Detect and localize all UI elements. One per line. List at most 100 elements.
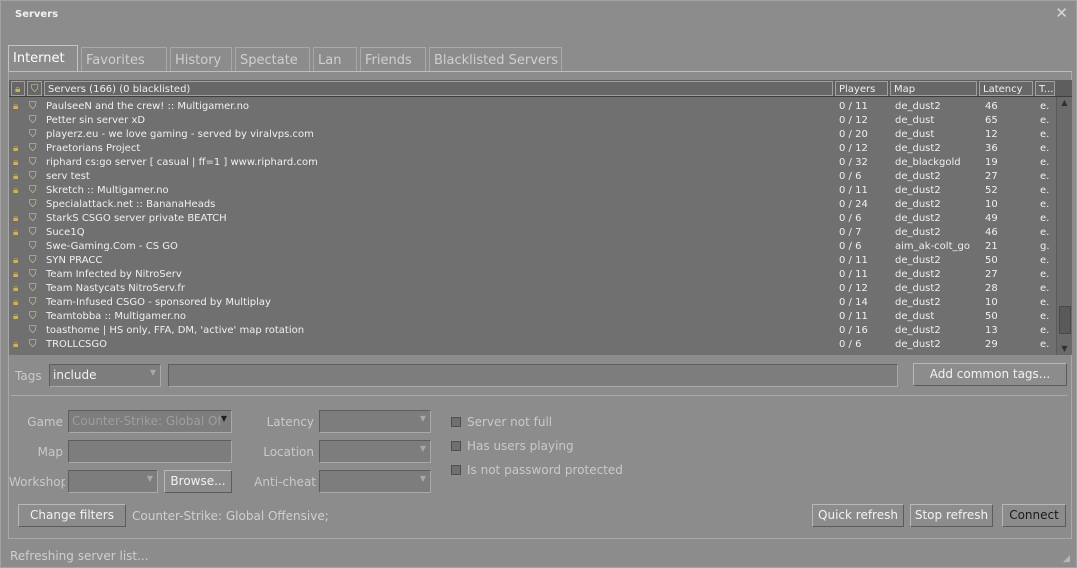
server-row[interactable]: 🔒︎ ⛉ Skretch :: Multigamer.no 0 / 11 de_dust…: [9, 184, 1056, 198]
secure-column-header[interactable]: ⛉: [27, 81, 42, 96]
server-map: de_dust2: [895, 283, 941, 294]
tags-column-header[interactable]: T...: [1035, 81, 1055, 96]
server-name: StarkS CSGO server private BEATCH: [46, 213, 227, 224]
servers-window: Servers ✕ Internet Favorites History Spe…: [0, 0, 1077, 568]
server-row[interactable]: ⛉ Swe-Gaming.Com - CS GO 0 / 6 aim_ak-colt_…: [9, 240, 1056, 254]
server-latency: 10: [985, 297, 998, 308]
shield-icon: ⛉: [29, 115, 37, 126]
add-common-tags-button[interactable]: Add common tags...: [913, 363, 1067, 386]
shield-icon: ⛉: [29, 185, 37, 196]
server-row[interactable]: ⛉ Petter sin server xD 0 / 12 de_dust 65 e.: [9, 114, 1056, 128]
server-tags: e.: [1040, 283, 1050, 294]
server-name: SYN PRACC: [46, 255, 103, 266]
server-tags: e.: [1040, 311, 1050, 322]
chevron-down-icon: ▼: [419, 414, 426, 423]
server-row[interactable]: 🔒︎ ⛉ PaulseeN and the crew! :: Multigamer.…: [9, 100, 1056, 114]
server-row[interactable]: ⛉ toasthome | HS only, FFA, DM, 'active' …: [9, 324, 1056, 338]
latency-column-header[interactable]: Latency: [979, 81, 1033, 96]
shield-icon: ⛉: [29, 325, 37, 336]
workshop-label: Workshop: [9, 475, 65, 489]
server-map: de_dust2: [895, 171, 941, 182]
server-list-header: 🔒︎ ⛉ Servers (166) (0 blacklisted) Playe…: [9, 80, 1072, 97]
server-row[interactable]: 🔒︎ ⛉ Team Infected by NitroServ 0 / 11 de_du…: [9, 268, 1056, 282]
change-filters-button[interactable]: Change filters: [18, 504, 126, 527]
server-not-full-checkbox[interactable]: [451, 417, 461, 427]
server-row[interactable]: ⛉ Specialattack.net :: BananaHeads 0 / 24 d…: [9, 198, 1056, 212]
servers-column-header[interactable]: Servers (166) (0 blacklisted): [44, 81, 833, 96]
server-map: de_dust2: [895, 339, 941, 350]
lock-icon: 🔒︎: [13, 227, 19, 238]
close-icon[interactable]: ✕: [1055, 5, 1068, 21]
browse-button[interactable]: Browse...: [164, 470, 232, 493]
scrollbar-thumb[interactable]: [1059, 306, 1071, 334]
latency-select[interactable]: ▼: [319, 410, 431, 433]
lock-icon: 🔒︎: [13, 213, 19, 224]
server-row[interactable]: 🔒︎ ⛉ serv test 0 / 6 de_dust2 27 e.: [9, 170, 1056, 184]
server-row[interactable]: 🔒︎ ⛉ Team Nastycats NitroServ.fr 0 / 12 de_d…: [9, 282, 1056, 296]
server-players: 0 / 7: [839, 227, 862, 238]
connect-button[interactable]: Connect: [1002, 504, 1066, 527]
lock-icon: 🔒︎: [13, 283, 19, 294]
server-tags: e.: [1040, 227, 1050, 238]
tab-spectate[interactable]: Spectate: [235, 47, 310, 72]
shield-icon: ⛉: [29, 157, 37, 168]
quick-refresh-button[interactable]: Quick refresh: [812, 504, 904, 527]
anticheat-select[interactable]: ▼: [319, 470, 431, 493]
lock-column-header[interactable]: 🔒︎: [11, 81, 25, 96]
chevron-down-icon: ▼: [419, 444, 426, 453]
server-latency: 52: [985, 185, 998, 196]
lock-icon: 🔒︎: [13, 297, 19, 308]
server-row[interactable]: 🔒︎ ⛉ Team-Infused CSGO - sponsored by Mult…: [9, 296, 1056, 310]
server-row[interactable]: 🔒︎ ⛉ TROLLCSGO 0 / 6 de_dust2 29 e.: [9, 338, 1056, 352]
server-row[interactable]: 🔒︎ ⛉ riphard cs:go server [ casual | ff=1 …: [9, 156, 1056, 170]
server-name: TROLLCSGO: [46, 339, 108, 350]
tags-input[interactable]: [168, 364, 898, 387]
server-row[interactable]: 🔒︎ ⛉ SYN PRACC 0 / 11 de_dust2 50 e.: [9, 254, 1056, 268]
shield-icon: ⛉: [29, 129, 37, 140]
server-row[interactable]: 🔒︎ ⛉ StarkS CSGO server private BEATCH 0 / …: [9, 212, 1056, 226]
players-column-header[interactable]: Players: [835, 81, 888, 96]
resize-grip-icon[interactable]: ◢: [1063, 554, 1073, 564]
lock-icon: 🔒︎: [15, 84, 21, 95]
server-tags: e.: [1040, 255, 1050, 266]
server-tags: e.: [1040, 101, 1050, 112]
server-row[interactable]: ⛉ playerz.eu - we love gaming - served by…: [9, 128, 1056, 142]
server-players: 0 / 6: [839, 213, 862, 224]
shield-icon: ⛉: [29, 213, 37, 224]
map-input[interactable]: [68, 440, 232, 463]
server-name: toasthome | HS only, FFA, DM, 'active' m…: [46, 325, 305, 336]
stop-refresh-button[interactable]: Stop refresh: [910, 504, 993, 527]
server-latency: 13: [985, 325, 998, 336]
server-tags: e.: [1040, 325, 1050, 336]
server-row[interactable]: 🔒︎ ⛉ Suce1Q 0 / 7 de_dust2 46 e.: [9, 226, 1056, 240]
chevron-down-icon: ▼: [146, 474, 153, 483]
scroll-up-icon[interactable]: ▲: [1057, 97, 1072, 109]
lock-icon: 🔒︎: [13, 101, 19, 112]
map-column-header[interactable]: Map: [890, 81, 977, 96]
workshop-select[interactable]: ▼: [68, 470, 158, 493]
server-name: Team-Infused CSGO - sponsored by Multipl…: [46, 297, 271, 308]
not-password-protected-checkbox[interactable]: [451, 465, 461, 475]
tab-friends[interactable]: Friends: [360, 47, 426, 72]
has-users-playing-checkbox[interactable]: [451, 441, 461, 451]
tab-internet[interactable]: Internet: [8, 45, 78, 72]
latency-label: Latency: [266, 415, 314, 429]
server-row[interactable]: 🔒︎ ⛉ Praetorians Project 0 / 12 de_dust2 36 e.: [9, 142, 1056, 156]
tab-history[interactable]: History: [170, 47, 232, 72]
game-select[interactable]: Counter-Strike: Global Of ▼: [68, 410, 232, 433]
server-players: 0 / 11: [839, 255, 868, 266]
tab-lan[interactable]: Lan: [313, 47, 357, 72]
chevron-down-icon: ▼: [220, 414, 227, 423]
tab-blacklisted-servers[interactable]: Blacklisted Servers: [429, 47, 562, 72]
location-select[interactable]: ▼: [319, 440, 431, 463]
server-name: PaulseeN and the crew! :: Multigamer.no: [46, 101, 250, 112]
server-name: Swe-Gaming.Com - CS GO: [46, 241, 178, 252]
server-row[interactable]: 🔒︎ ⛉ Teamtobba :: Multigamer.no 0 / 11 de_du…: [9, 310, 1056, 324]
server-list-scrollbar[interactable]: ▲ ▼: [1056, 97, 1072, 355]
server-latency: 27: [985, 171, 998, 182]
tab-favorites[interactable]: Favorites: [81, 47, 167, 72]
tags-mode-select[interactable]: include ▼: [49, 364, 161, 387]
server-map: de_dust2: [895, 101, 941, 112]
server-list[interactable]: 🔒︎ ⛉ Servers (166) (0 blacklisted) Playe…: [9, 80, 1072, 355]
scroll-down-icon[interactable]: ▼: [1057, 343, 1072, 355]
